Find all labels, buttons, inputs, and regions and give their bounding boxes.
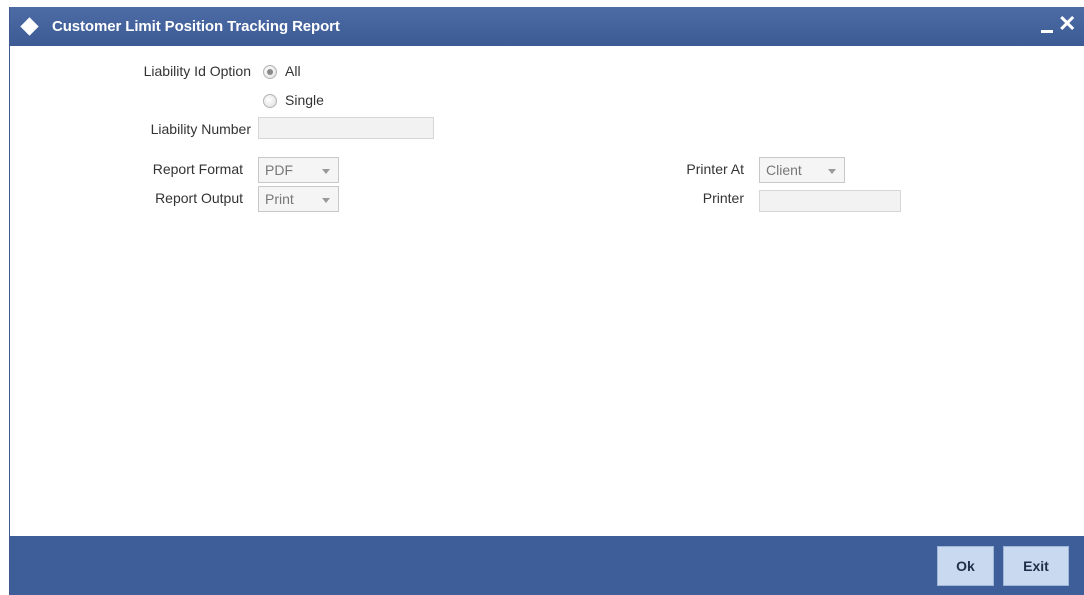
- radio-single-label[interactable]: Single: [285, 92, 324, 108]
- radio-single[interactable]: [263, 94, 277, 108]
- radio-all-label[interactable]: All: [285, 63, 301, 79]
- printer-field[interactable]: [759, 190, 901, 212]
- diamond-icon: [20, 17, 39, 36]
- radio-all[interactable]: [263, 65, 277, 79]
- minimize-button[interactable]: [1041, 30, 1053, 33]
- printer-at-select[interactable]: Client: [759, 157, 845, 183]
- exit-button[interactable]: Exit: [1003, 546, 1069, 586]
- liability-number-label: Liability Number: [150, 121, 251, 137]
- report-output-label: Report Output: [155, 190, 243, 206]
- report-output-value: Print: [265, 191, 294, 207]
- report-output-select[interactable]: Print: [258, 186, 339, 212]
- chevron-down-icon: [322, 198, 330, 203]
- report-format-value: PDF: [265, 162, 293, 178]
- printer-at-label: Printer At: [686, 161, 744, 177]
- chevron-down-icon: [322, 169, 330, 174]
- printer-label: Printer: [702, 190, 744, 206]
- liability-id-option-label: Liability Id Option: [143, 63, 251, 79]
- footer-bar: Ok Exit: [10, 536, 1084, 595]
- printer-at-value: Client: [766, 162, 802, 178]
- ok-button[interactable]: Ok: [937, 546, 994, 586]
- title-bar[interactable]: Customer Limit Position Tracking Report …: [10, 7, 1084, 46]
- report-format-select[interactable]: PDF: [258, 157, 339, 183]
- close-icon[interactable]: ✕: [1058, 12, 1076, 36]
- chevron-down-icon: [828, 169, 836, 174]
- window-title: Customer Limit Position Tracking Report: [52, 18, 340, 35]
- report-format-label: Report Format: [152, 161, 243, 177]
- liability-number-field[interactable]: [258, 117, 434, 139]
- report-window: Customer Limit Position Tracking Report …: [9, 7, 1084, 595]
